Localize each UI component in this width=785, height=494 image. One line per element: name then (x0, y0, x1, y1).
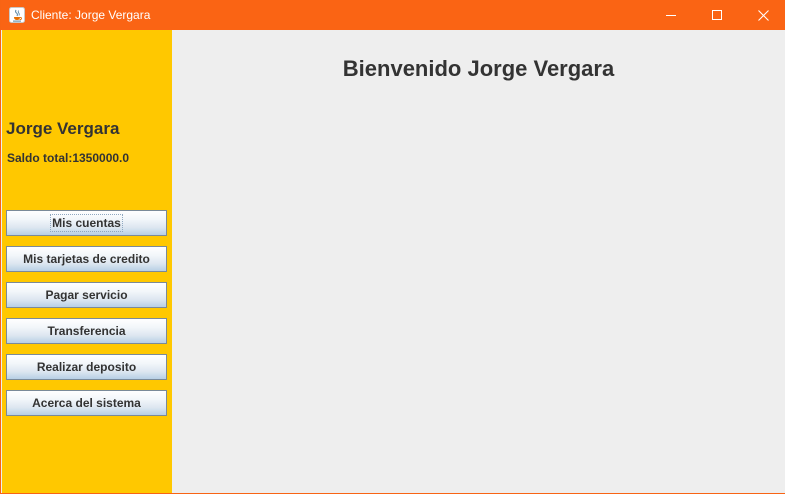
make-deposit-button-label: Realizar deposito (36, 360, 137, 374)
my-accounts-button-label: Mis cuentas (50, 214, 123, 232)
minimize-button[interactable] (648, 0, 694, 30)
maximize-button[interactable] (694, 0, 740, 30)
app-window: Cliente: Jorge Vergara Jorge Vergara Sal… (0, 0, 785, 494)
my-credit-cards-button-label: Mis tarjetas de credito (23, 252, 150, 266)
pay-service-button-label: Pagar servicio (45, 288, 128, 302)
main-panel: Bienvenido Jorge Vergara (172, 30, 785, 493)
sidebar: Jorge Vergara Saldo total:1350000.0 Mis … (2, 30, 172, 493)
about-system-button[interactable]: Acerca del sistema (6, 390, 167, 416)
client-name: Jorge Vergara (6, 119, 120, 138)
about-system-button-label: Acerca del sistema (32, 396, 141, 410)
title-bar[interactable]: Cliente: Jorge Vergara (1, 0, 785, 30)
close-button[interactable] (740, 0, 785, 30)
transfer-button[interactable]: Transferencia (6, 318, 167, 344)
java-coffee-icon (9, 7, 25, 23)
my-credit-cards-button[interactable]: Mis tarjetas de credito (6, 246, 167, 272)
maximize-icon (712, 10, 722, 20)
make-deposit-button[interactable]: Realizar deposito (6, 354, 167, 380)
my-accounts-button[interactable]: Mis cuentas (6, 210, 167, 236)
pay-service-button[interactable]: Pagar servicio (6, 282, 167, 308)
welcome-heading: Bienvenido Jorge Vergara (342, 56, 615, 81)
window-title: Cliente: Jorge Vergara (31, 8, 151, 22)
balance-label: Saldo total:1350000.0 (7, 151, 130, 165)
transfer-button-label: Transferencia (47, 324, 126, 338)
close-icon (757, 9, 769, 21)
minimize-icon (666, 15, 676, 16)
